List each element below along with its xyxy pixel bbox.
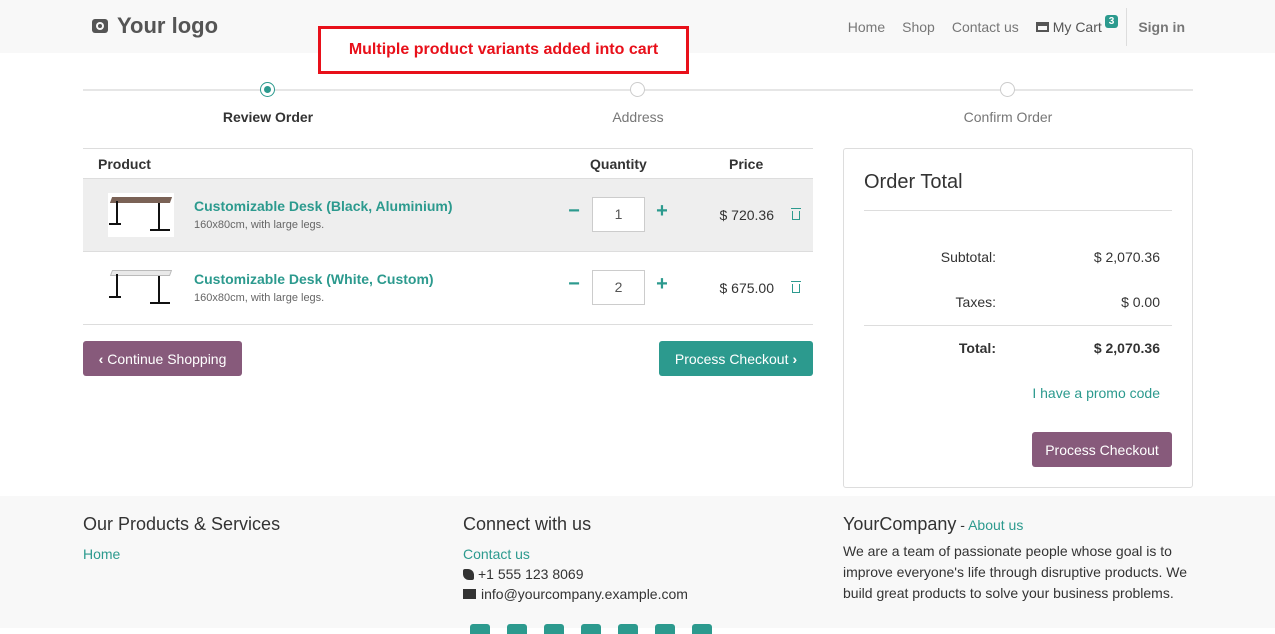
total-label: Total: xyxy=(958,340,996,356)
total-value: $ 2,070.36 xyxy=(1093,340,1160,356)
product-image[interactable] xyxy=(108,266,174,310)
continue-shopping-label: Continue Shopping xyxy=(107,350,227,367)
desk-leg xyxy=(116,201,118,225)
nav-home[interactable]: Home xyxy=(848,19,885,35)
col-price: Price xyxy=(729,156,764,172)
logo[interactable]: Your logo xyxy=(92,13,218,39)
footer-connect-title: Connect with us xyxy=(463,514,592,534)
nav-shop[interactable]: Shop xyxy=(902,19,935,35)
step-dot-address xyxy=(630,82,645,97)
step-address: Address xyxy=(612,109,664,125)
footer-phone: +1 555 123 8069 xyxy=(463,566,688,582)
desk-leg xyxy=(116,274,118,298)
trash-icon[interactable] xyxy=(791,208,801,220)
footer-products: Our Products & Services Home xyxy=(83,514,280,562)
quantity-plus-button[interactable]: + xyxy=(655,201,669,221)
desk-foot xyxy=(109,223,121,225)
divider xyxy=(864,325,1172,326)
line-price: $ 720.36 xyxy=(719,207,775,223)
taxes-value: $ 0.00 xyxy=(1121,294,1160,310)
order-total-title: Order Total xyxy=(864,171,963,193)
table-header: Product Quantity Price xyxy=(83,148,813,179)
step-review-order: Review Order xyxy=(222,109,314,125)
step-dot-review xyxy=(260,82,275,97)
order-process-checkout-button[interactable]: Process Checkout xyxy=(1032,432,1172,467)
chevron-right-icon: › xyxy=(792,350,798,367)
cart-label: My Cart xyxy=(1052,18,1102,35)
sign-in-link[interactable]: Sign in xyxy=(1138,19,1185,35)
line-price: $ 675.00 xyxy=(719,280,775,296)
quantity-input[interactable]: 2 xyxy=(592,270,645,305)
process-checkout-button[interactable]: Process Checkout › xyxy=(659,341,813,376)
product-description: 160x80cm, with large legs. xyxy=(194,292,325,304)
footer-home-link[interactable]: Home xyxy=(83,546,280,562)
cart-count-badge: 3 xyxy=(1104,15,1119,28)
taxes-label: Taxes: xyxy=(955,294,996,310)
process-checkout-label: Process Checkout xyxy=(674,350,789,367)
product-image[interactable] xyxy=(108,193,174,237)
table-row: Customizable Desk (White, Custom) 160x80… xyxy=(83,252,813,325)
facebook-icon[interactable] xyxy=(470,624,490,634)
envelope-icon xyxy=(463,589,476,599)
social-links xyxy=(470,624,729,634)
footer-products-title: Our Products & Services xyxy=(83,514,281,534)
footer-about: YourCompany - About us We are a team of … xyxy=(843,514,1193,604)
camera-icon xyxy=(92,19,108,33)
footer-email: info@yourcompany.example.com xyxy=(463,586,688,602)
shopping-cart-icon xyxy=(1035,21,1049,32)
annotation-callout: Multiple product variants added into car… xyxy=(318,26,689,74)
col-product: Product xyxy=(98,156,151,172)
youtube-icon[interactable] xyxy=(581,624,601,634)
promo-code-link[interactable]: I have a promo code xyxy=(1032,385,1160,401)
linkedin-icon[interactable] xyxy=(544,624,564,634)
product-name-link[interactable]: Customizable Desk (Black, Aluminium) xyxy=(194,198,453,214)
nav-contact[interactable]: Contact us xyxy=(952,19,1019,35)
instagram-icon[interactable] xyxy=(692,624,712,634)
desk-foot xyxy=(150,229,170,231)
subtotal-label: Subtotal: xyxy=(940,249,996,265)
product-description: 160x80cm, with large legs. xyxy=(194,219,325,231)
footer-connect: Connect with us Contact us +1 555 123 80… xyxy=(463,514,688,602)
footer-contact-link[interactable]: Contact us xyxy=(463,546,688,562)
phone-icon xyxy=(463,568,474,580)
logo-text: Your logo xyxy=(117,13,219,38)
col-quantity: Quantity xyxy=(590,156,647,172)
company-name: YourCompany xyxy=(843,514,957,534)
order-total-panel: Order Total Subtotal: $ 2,070.36 Taxes: … xyxy=(843,148,1193,488)
trash-icon[interactable] xyxy=(791,281,801,293)
table-row: Customizable Desk (Black, Aluminium) 160… xyxy=(83,179,813,252)
nav-cart[interactable]: My Cart 3 xyxy=(1035,15,1119,35)
subtotal-value: $ 2,070.36 xyxy=(1093,249,1160,265)
step-confirm-order: Confirm Order xyxy=(963,109,1053,125)
cart-table: Product Quantity Price Customizable Desk… xyxy=(83,148,813,325)
product-name-link[interactable]: Customizable Desk (White, Custom) xyxy=(194,271,434,287)
company-description: We are a team of passionate people whose… xyxy=(843,543,1188,601)
quantity-minus-button[interactable]: − xyxy=(567,201,581,221)
footer: Our Products & Services Home Connect wit… xyxy=(0,496,1275,634)
quantity-plus-button[interactable]: + xyxy=(655,274,669,294)
about-us-link[interactable]: About us xyxy=(968,517,1023,533)
google-plus-icon[interactable] xyxy=(618,624,638,634)
footer-about-title: YourCompany - About us xyxy=(843,514,1193,535)
step-dot-confirm xyxy=(1000,82,1015,97)
github-icon[interactable] xyxy=(655,624,675,634)
chevron-left-icon: ‹ xyxy=(98,350,104,367)
quantity-input[interactable]: 1 xyxy=(592,197,645,232)
desk-top xyxy=(109,197,173,203)
desk-leg xyxy=(158,203,160,231)
twitter-icon[interactable] xyxy=(507,624,527,634)
divider xyxy=(864,210,1172,211)
continue-shopping-button[interactable]: ‹ Continue Shopping xyxy=(83,341,242,376)
main-nav: Home Shop Contact us My Cart 3 Sign in xyxy=(831,0,1185,53)
desk-top xyxy=(109,270,173,276)
nav-divider xyxy=(1126,7,1128,46)
title-separator: - xyxy=(956,517,969,533)
quantity-minus-button[interactable]: − xyxy=(567,274,581,294)
desk-foot xyxy=(109,296,121,298)
email-address: info@yourcompany.example.com xyxy=(481,586,688,602)
phone-number: +1 555 123 8069 xyxy=(478,566,584,582)
desk-leg xyxy=(158,276,160,304)
desk-foot xyxy=(150,302,170,304)
